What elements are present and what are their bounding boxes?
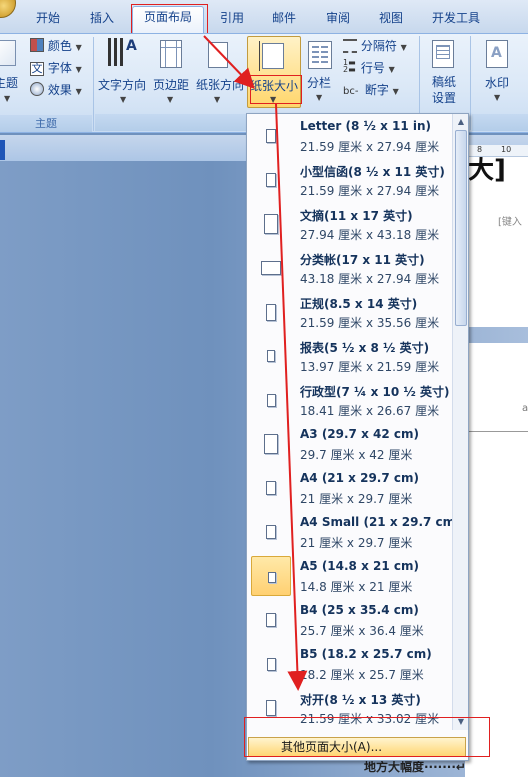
annotation-arrows — [203, 35, 308, 691]
arrow-tab-to-size — [203, 35, 255, 89]
arrow-size-to-more — [275, 103, 308, 691]
